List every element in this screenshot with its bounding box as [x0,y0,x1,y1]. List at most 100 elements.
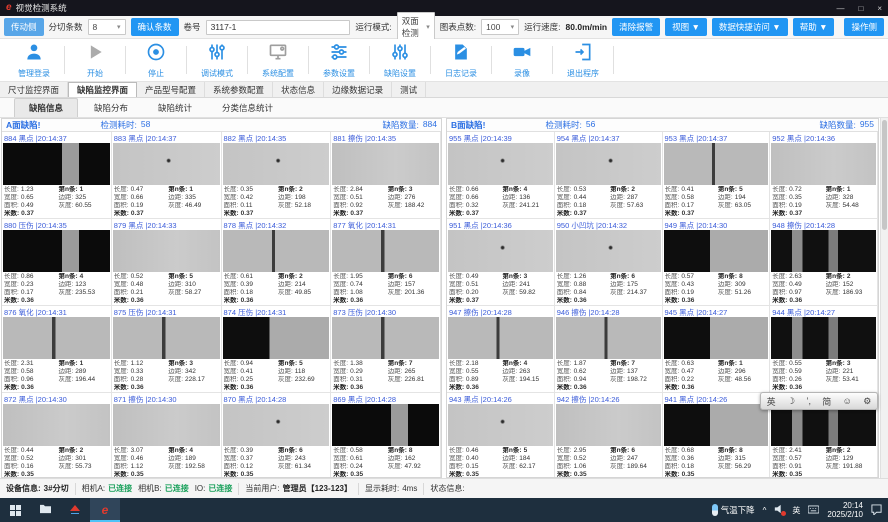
tab-status-info[interactable]: 状态信息 [273,82,324,97]
emoji-icon[interactable]: ☺ [843,396,852,406]
defect-thumbnail[interactable] [771,230,876,272]
defect-cell[interactable]: 944 黑点 |20:14:27 长度:0.55宽度:0.59面积:0.26米数… [770,306,878,393]
defect-cell[interactable]: 941 黑点 |20:14:26 长度:0.68宽度:0.36面积:0.18米数… [663,393,771,478]
defect-cell[interactable]: 883 黑点 |20:14:37 长度:0.47宽度:0.66面积:0.19米数… [112,132,222,219]
ime-simplified-toggle[interactable]: 简 [822,395,831,408]
subtab-defect-distribution[interactable]: 缺陷分布 [80,99,142,117]
ime-tray-indicator[interactable]: 英 [792,505,800,516]
defect-cell[interactable]: 872 黑点 |20:14:30 长度:0.44宽度:0.52面积:0.16米数… [2,393,112,478]
defect-thumbnail[interactable] [664,404,769,446]
defect-thumbnail[interactable] [3,317,110,359]
defect-thumbnail[interactable] [3,143,110,185]
defect-thumbnail[interactable] [664,143,769,185]
defect-thumbnail[interactable] [556,230,661,272]
run-mode-dropdown[interactable]: 双面检测 [397,12,435,42]
tab-size-monitor[interactable]: 尺寸监控界面 [0,82,68,97]
gear-icon[interactable]: ⚙ [863,396,871,407]
taskbar-app-2[interactable] [60,498,90,522]
defect-thumbnail[interactable] [664,230,769,272]
tab-product-model-config[interactable]: 产品型号配置 [137,82,205,97]
defect-thumbnail[interactable] [332,317,439,359]
operate-side-button[interactable]: 操作侧 [844,18,884,36]
stop-button[interactable]: 停止 [128,42,184,79]
defect-thumbnail[interactable] [332,230,439,272]
moon-icon[interactable]: ☽ [787,396,795,407]
defect-cell[interactable]: 949 黑点 |20:14:30 长度:0.57宽度:0.43面积:0.19米数… [663,219,771,306]
defect-thumbnail[interactable] [113,317,220,359]
defect-cell[interactable]: 884 黑点 |20:14:37 长度:1.23宽度:0.65面积:0.49米数… [2,132,112,219]
defect-thumbnail[interactable] [771,317,876,359]
exit-program-button[interactable]: 退出程序 [555,42,611,79]
admin-login-button[interactable]: 管理登录 [6,42,62,79]
defect-cell[interactable]: 946 擦伤 |20:14:28 长度:1.87宽度:0.62面积:0.94米数… [555,306,663,393]
defect-cell[interactable]: 869 黑点 |20:14:28 长度:0.58宽度:0.61面积:0.24米数… [331,393,441,478]
keyboard-icon[interactable] [808,505,819,516]
defect-thumbnail[interactable] [3,230,110,272]
taskbar-app-explorer[interactable] [30,498,60,522]
tray-expand-caret[interactable]: ^ [763,506,767,515]
defect-thumbnail[interactable] [223,230,330,272]
clear-alarm-button[interactable]: 清除报警 [612,18,660,36]
defect-thumbnail[interactable] [448,404,553,446]
defect-thumbnail[interactable] [448,230,553,272]
subtab-defect-statistics[interactable]: 缺陷统计 [144,99,206,117]
defect-cell[interactable]: 953 黑点 |20:14:37 长度:0.41宽度:0.58面积:0.17米数… [663,132,771,219]
defect-thumbnail[interactable] [448,143,553,185]
defect-cell[interactable]: 943 黑点 |20:14:26 长度:0.46宽度:0.40面积:0.15米数… [447,393,555,478]
minimize-button[interactable]: — [836,4,844,13]
defect-thumbnail[interactable] [223,404,330,446]
slit-count-dropdown[interactable]: 8 [88,19,126,35]
ime-lang-toggle[interactable]: 英 [767,395,776,408]
defect-cell[interactable]: 942 擦伤 |20:14:26 长度:2.95宽度:0.52面积:1.06米数… [555,393,663,478]
start-button[interactable]: 开始 [67,42,123,79]
defect-cell[interactable]: 871 擦伤 |20:14:30 长度:3.07宽度:0.46面积:1.12米数… [112,393,222,478]
defect-thumbnail[interactable] [332,404,439,446]
defect-thumbnail[interactable] [3,404,110,446]
maximize-button[interactable]: □ [858,4,863,13]
defect-cell[interactable]: 952 黑点 |20:14:36 长度:0.72宽度:0.35面积:0.19米数… [770,132,878,219]
defect-thumbnail[interactable] [223,143,330,185]
defect-cell[interactable]: 870 黑点 |20:14:28 长度:0.39宽度:0.37面积:0.12米数… [222,393,332,478]
speaker-icon[interactable] [774,504,784,516]
defect-thumbnail[interactable] [223,317,330,359]
ime-punctuation-toggle[interactable]: ’, [806,396,811,406]
chart-points-dropdown[interactable]: 100 [481,19,519,35]
defect-thumbnail[interactable] [664,317,769,359]
tab-test[interactable]: 测试 [392,82,426,97]
defect-cell[interactable]: 945 黑点 |20:14:27 长度:0.63宽度:0.47面积:0.22米数… [663,306,771,393]
defect-thumbnail[interactable] [113,143,220,185]
defect-thumbnail[interactable] [113,230,220,272]
view-menu-button[interactable]: 视图 ▼ [665,18,707,36]
defect-cell[interactable]: 879 黑点 |20:14:33 长度:0.52宽度:0.48面积:0.21米数… [112,219,222,306]
defect-cell[interactable]: 947 擦伤 |20:14:28 长度:2.18宽度:0.55面积:0.89米数… [447,306,555,393]
defect-thumbnail[interactable] [556,143,661,185]
defect-thumbnail[interactable] [448,317,553,359]
defect-cell[interactable]: 948 擦伤 |20:14:28 长度:2.63宽度:0.49面积:0.97米数… [770,219,878,306]
log-record-button[interactable]: 日志记录 [433,42,489,79]
defect-thumbnail[interactable] [771,404,876,446]
taskbar-clock[interactable]: 20:142025/2/10 [827,501,863,519]
defect-cell[interactable]: 955 黑点 |20:14:39 长度:0.66宽度:0.66面积:0.32米数… [447,132,555,219]
close-button[interactable]: × [877,4,882,13]
tab-system-param-config[interactable]: 系统参数配置 [205,82,273,97]
system-config-button[interactable]: 系统配置 [250,42,306,79]
defect-cell[interactable]: 876 氧化 |20:14:31 长度:2.31宽度:0.58面积:0.96米数… [2,306,112,393]
defect-cell[interactable]: 873 压伤 |20:14:30 长度:1.38宽度:0.29面积:0.31米数… [331,306,441,393]
defect-cell[interactable]: 875 压伤 |20:14:31 长度:1.12宽度:0.33面积:0.28米数… [112,306,222,393]
start-menu-button[interactable] [0,498,30,522]
taskbar-app-active[interactable]: e [90,498,120,522]
record-video-button[interactable]: 录像 [494,42,550,79]
subtab-class-info-statistics[interactable]: 分类信息统计 [208,99,287,117]
defect-settings-button[interactable]: 缺陷设置 [372,42,428,79]
scrollbar-thumb[interactable] [882,120,887,230]
defect-cell[interactable]: 951 黑点 |20:14:36 长度:0.49宽度:0.51面积:0.20米数… [447,219,555,306]
defect-cell[interactable]: 882 黑点 |20:14:35 长度:0.35宽度:0.42面积:0.11米数… [222,132,332,219]
quick-access-menu-button[interactable]: 数据快捷访问 ▼ [712,18,788,36]
defect-thumbnail[interactable] [556,317,661,359]
defect-thumbnail[interactable] [771,143,876,185]
defect-cell[interactable]: 881 擦伤 |20:14:35 长度:2.84宽度:0.51面积:0.92米数… [331,132,441,219]
defect-thumbnail[interactable] [332,143,439,185]
confirm-count-button[interactable]: 确认条数 [131,18,179,36]
defect-cell[interactable]: 878 黑点 |20:14:32 长度:0.61宽度:0.39面积:0.18米数… [222,219,332,306]
debug-mode-button[interactable]: 调试模式 [189,42,245,79]
